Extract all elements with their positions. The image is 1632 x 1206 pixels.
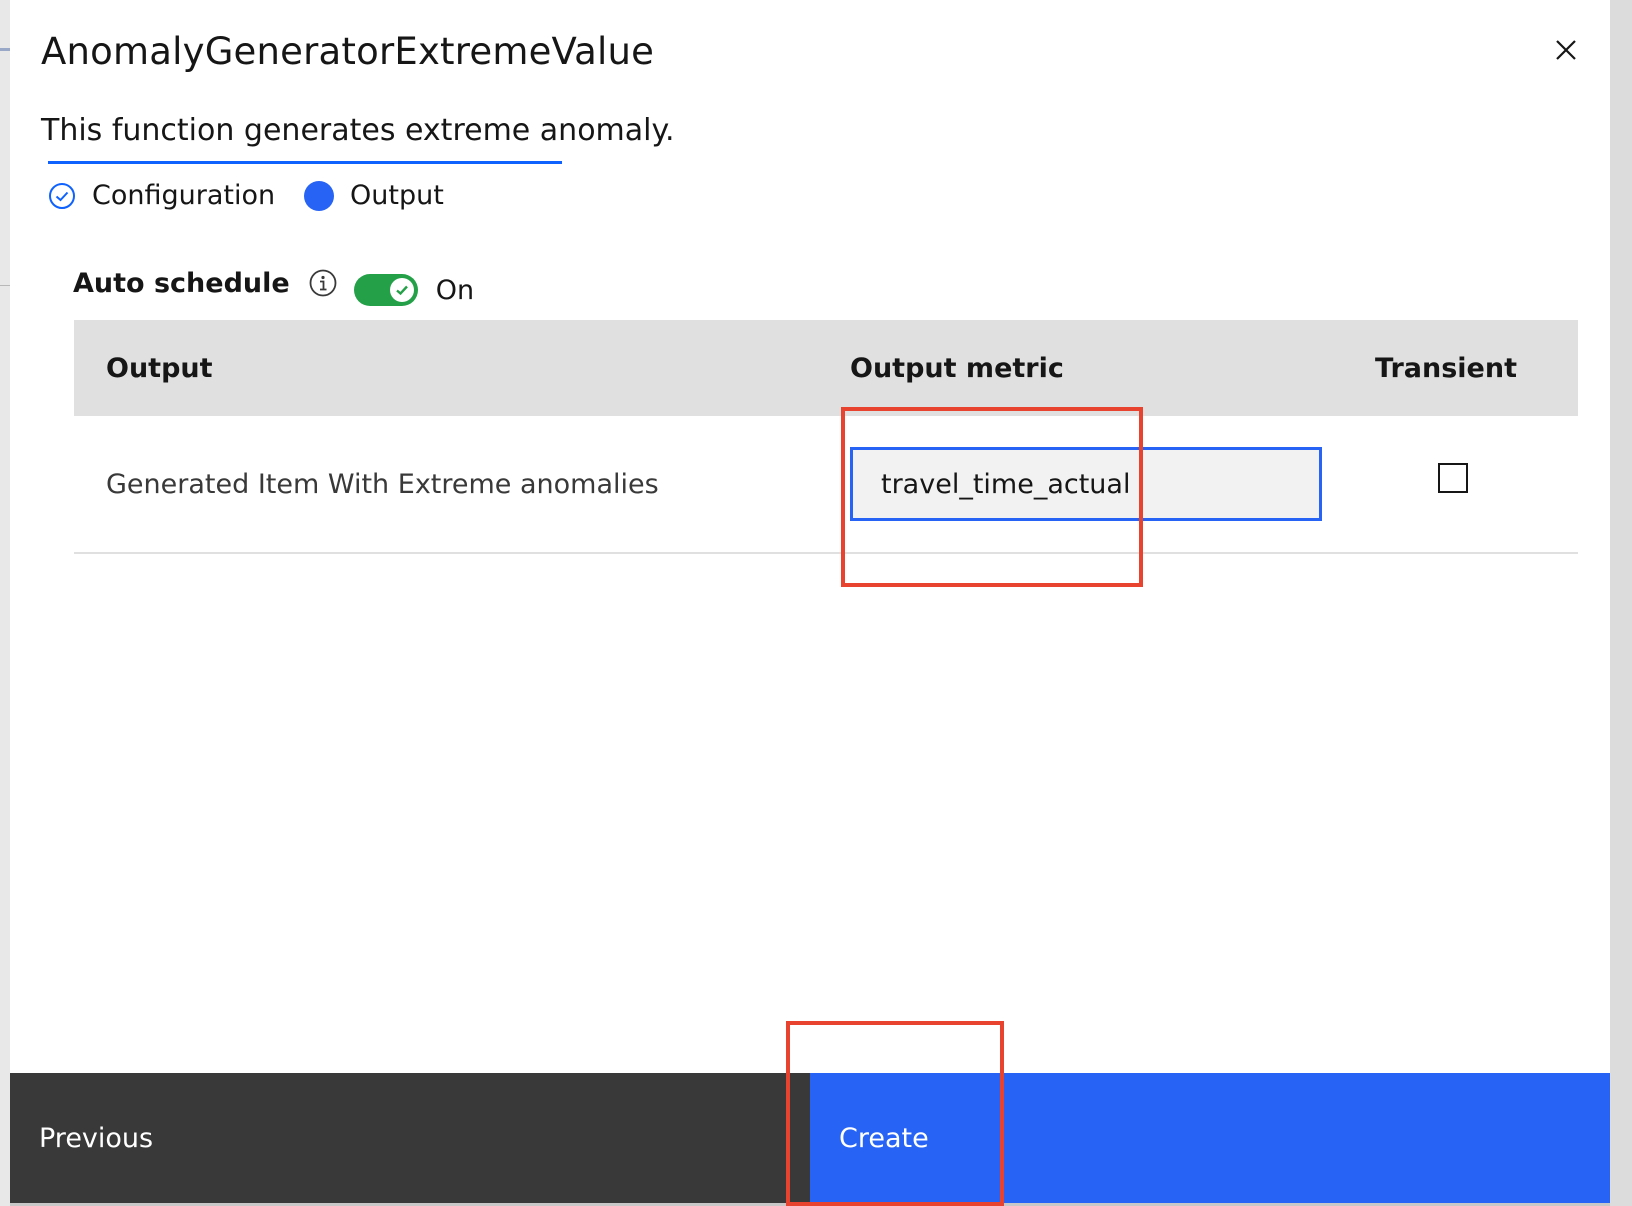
toggle-knob: [389, 278, 414, 302]
backdrop: [0, 0, 10, 1206]
function-dialog: AnomalyGeneratorExtremeValue This functi…: [10, 0, 1610, 1206]
dialog-footer: Previous Create: [10, 1073, 1610, 1203]
auto-schedule-toggle[interactable]: [353, 274, 418, 306]
backdrop-mark: [0, 48, 10, 51]
filled-circle-icon: [304, 180, 334, 211]
checkmark-circle-icon: [49, 182, 75, 209]
column-header-output: Output: [106, 352, 213, 384]
progress-indicator: Configuration Output: [48, 158, 1248, 218]
output-name-cell: Generated Item With Extreme anomalies: [106, 468, 659, 500]
step-label: Configuration: [92, 180, 276, 211]
table-row: Generated Item With Extreme anomalies: [74, 416, 1578, 554]
backdrop: [1610, 0, 1632, 1206]
progress-underline: [48, 161, 562, 164]
step-label: Output: [350, 180, 444, 211]
dialog-description: This function generates extreme anomaly.: [41, 113, 675, 148]
transient-checkbox[interactable]: [1438, 463, 1468, 493]
previous-button[interactable]: Previous: [10, 1073, 810, 1203]
column-header-transient: Transient: [1375, 352, 1517, 384]
auto-schedule-row: Auto schedule On: [73, 260, 474, 306]
step-configuration[interactable]: Configuration: [48, 180, 275, 211]
dialog-title: AnomalyGeneratorExtremeValue: [41, 30, 655, 73]
toggle-state-label: On: [435, 274, 475, 306]
info-icon[interactable]: [308, 268, 338, 298]
create-button[interactable]: Create: [810, 1073, 1610, 1203]
auto-schedule-label: Auto schedule: [73, 267, 290, 299]
output-metric-input[interactable]: [850, 447, 1322, 521]
table-header: Output Output metric Transient: [74, 320, 1578, 416]
checkmark-icon: [395, 285, 408, 296]
column-header-output-metric: Output metric: [850, 352, 1064, 384]
output-table: Output Output metric Transient Generated…: [74, 320, 1578, 554]
close-button[interactable]: [1544, 28, 1588, 72]
close-icon: [1556, 40, 1576, 60]
backdrop-mark: [0, 285, 10, 286]
step-output[interactable]: Output: [304, 180, 444, 211]
